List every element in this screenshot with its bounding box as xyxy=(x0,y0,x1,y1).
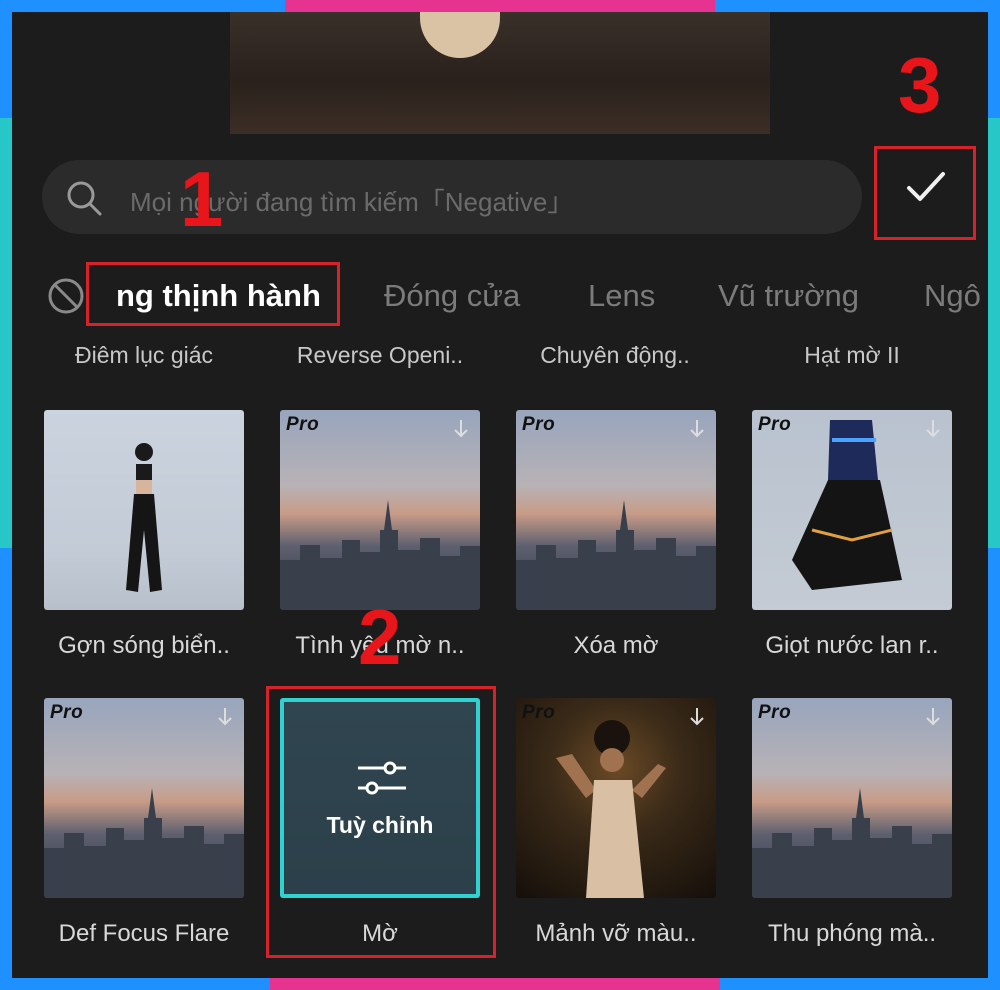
download-icon xyxy=(926,708,940,726)
effect-label: Thu phóng mà.. xyxy=(767,920,937,947)
effect-label: Mảnh vỡ màu.. xyxy=(535,920,697,947)
effect-thumbnail xyxy=(44,410,244,610)
pro-badge: Pro xyxy=(50,702,84,723)
frame-accent-bottom xyxy=(270,978,720,990)
pro-badge: Pro xyxy=(522,414,556,435)
prev-row-label: Chuyên động.. xyxy=(540,342,690,368)
model-figure xyxy=(126,443,162,592)
effect-thumbnail: Pro xyxy=(280,410,480,610)
effects-screen: Mọi người đang tìm kiếm「Negative」 ng thị… xyxy=(12,12,988,978)
effect-thumbnail: Pro xyxy=(516,410,716,610)
download-icon xyxy=(926,420,940,438)
effect-label: Gợn sóng biển.. xyxy=(58,632,230,659)
prev-row-label: Reverse Openi.. xyxy=(296,342,464,368)
effect-thumbnail: Pro xyxy=(516,698,716,898)
step-number-3: 3 xyxy=(898,41,942,129)
highlight-confirm xyxy=(874,146,976,240)
search-icon xyxy=(67,181,102,216)
city-skyline xyxy=(752,788,952,898)
download-icon xyxy=(454,420,468,438)
pro-badge: Pro xyxy=(758,414,792,435)
search-bar[interactable]: Mọi người đang tìm kiếm「Negative」 xyxy=(42,160,862,234)
video-preview xyxy=(230,12,770,134)
tab-vu-truong[interactable]: Vũ trường xyxy=(718,278,859,314)
pro-badge: Pro xyxy=(522,702,556,723)
effect-thumbnail: Pro xyxy=(752,410,952,610)
download-icon xyxy=(218,708,232,726)
step-number-2: 2 xyxy=(358,593,402,681)
download-icon xyxy=(690,420,704,438)
download-icon xyxy=(690,708,704,726)
effect-label: Xóa mờ xyxy=(573,632,659,659)
step-number-1: 1 xyxy=(180,155,224,243)
tab-dong-cua[interactable]: Đóng cửa xyxy=(384,278,520,314)
frame-accent-left xyxy=(0,118,12,548)
tab-lens[interactable]: Lens xyxy=(588,278,655,314)
prev-row-label: Hạt mờ II xyxy=(804,342,900,368)
effect-thumbnail: Pro xyxy=(752,698,952,898)
city-skyline xyxy=(44,788,244,898)
city-skyline xyxy=(280,500,480,610)
highlight-effect xyxy=(266,686,496,958)
frame-accent-right xyxy=(988,118,1000,548)
prev-row-label: Điêm lục giác xyxy=(74,342,214,368)
effect-label: Def Focus Flare xyxy=(58,920,230,947)
preview-subject xyxy=(420,12,500,58)
tab-ngo[interactable]: Ngô xyxy=(924,278,981,314)
city-skyline xyxy=(516,500,716,610)
pro-badge: Pro xyxy=(286,414,320,435)
effect-thumbnail: Pro xyxy=(44,698,244,898)
pro-badge: Pro xyxy=(758,702,792,723)
frame-accent-top xyxy=(285,0,715,12)
effect-label: Giọt nước lan r.. xyxy=(765,632,939,659)
highlight-tab xyxy=(86,262,340,326)
